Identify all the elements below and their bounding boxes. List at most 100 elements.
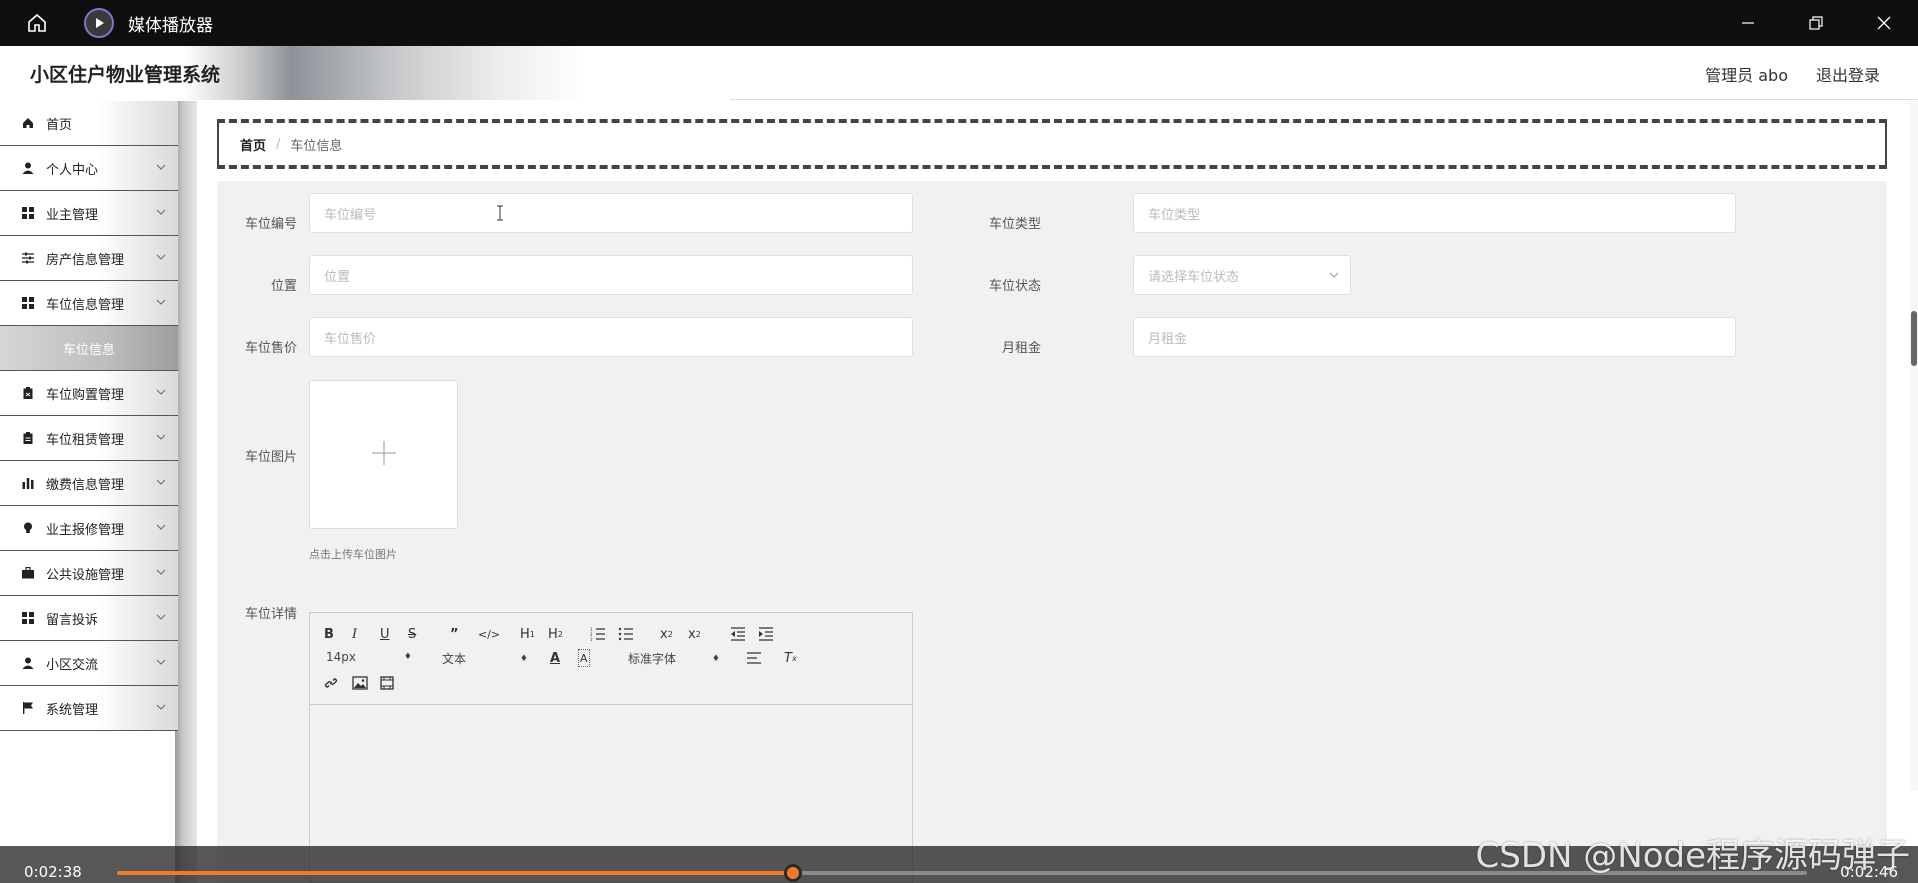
indent-icon[interactable] xyxy=(758,625,774,643)
sidebar-menu: 首页 个人中心 业主管理 房产信息管理 车位信息管理 车位信息 车位购置管理 车… xyxy=(0,101,178,731)
watermark-text: CSDN @Node程序源码弹子 xyxy=(1475,836,1910,876)
rent-input[interactable]: 月租金 xyxy=(1133,317,1736,357)
code-input[interactable]: 车位编号 xyxy=(309,193,913,233)
scrollbar-thumb[interactable] xyxy=(1911,311,1917,366)
ordered-list-icon[interactable]: 123 xyxy=(590,625,606,643)
chevron-down-icon xyxy=(1328,269,1340,285)
sidebar-subitem-parking-info[interactable]: 车位信息 xyxy=(0,326,178,371)
sidebar-item-label: 业主报修管理 xyxy=(46,522,125,538)
sidebar-item-label: 系统管理 xyxy=(46,702,99,718)
current-time: 0:02:38 xyxy=(24,863,82,881)
sidebar-item-payment-management[interactable]: 缴费信息管理 xyxy=(0,461,178,506)
chevron-down-icon xyxy=(156,431,166,446)
home-icon[interactable] xyxy=(14,0,60,46)
chevron-down-icon xyxy=(156,656,166,671)
breadcrumb-separator: / xyxy=(276,136,281,152)
outdent-icon[interactable] xyxy=(730,625,746,643)
sidebar-item-repair-management[interactable]: 业主报修管理 xyxy=(0,506,178,551)
align-icon[interactable] xyxy=(746,649,762,667)
sidebar-item-parking-info-management[interactable]: 车位信息管理 xyxy=(0,281,178,326)
sidebar-item-label: 车位租赁管理 xyxy=(46,432,125,448)
current-user: 管理员 abo xyxy=(1705,66,1788,85)
status-select[interactable]: 请选择车位状态 xyxy=(1133,255,1351,295)
sidebar-item-label: 车位购置管理 xyxy=(46,387,125,403)
subscript-icon[interactable]: x2 xyxy=(660,625,673,643)
sidebar-item-property-management[interactable]: 房产信息管理 xyxy=(0,236,178,281)
seek-handle[interactable] xyxy=(784,864,802,882)
player-title: 媒体播放器 xyxy=(128,15,213,36)
image-upload[interactable] xyxy=(309,380,458,529)
editor-toolbar: B I U S ” </> H1 H2 123 x2 x2 14px ♦ 文本 ♦ xyxy=(310,613,912,705)
sidebar-item-system-management[interactable]: 系统管理 xyxy=(0,686,178,731)
image-icon[interactable] xyxy=(352,674,368,692)
quote-icon[interactable]: ” xyxy=(450,625,459,643)
superscript-icon[interactable]: x2 xyxy=(688,625,701,643)
sidebar-item-community-exchange[interactable]: 小区交流 xyxy=(0,641,178,686)
clipboard-icon xyxy=(20,387,36,399)
bar-chart-icon xyxy=(20,477,36,489)
breadcrumb: 首页 / 车位信息 xyxy=(217,119,1887,169)
link-icon[interactable] xyxy=(324,674,338,692)
sidebar-item-label: 业主管理 xyxy=(46,207,99,223)
heading2-icon[interactable]: H2 xyxy=(548,625,563,643)
logout-button[interactable]: 退出登录 xyxy=(1816,62,1880,86)
media-player-logo-icon xyxy=(84,8,114,38)
main-content: 首页 / 车位信息 车位编号 车位编号 车位类型 车位类型 位置 位置 车位状态… xyxy=(197,101,1918,883)
chevron-down-icon xyxy=(156,386,166,401)
sidebar-item-personal-center[interactable]: 个人中心 xyxy=(0,146,178,191)
sidebar-item-label: 车位信息管理 xyxy=(46,297,125,313)
italic-icon[interactable]: I xyxy=(352,625,357,643)
code-block-icon[interactable]: </> xyxy=(478,625,500,643)
minimize-icon[interactable] xyxy=(1714,0,1782,46)
sidebar-item-parking-rental[interactable]: 车位租赁管理 xyxy=(0,416,178,461)
strike-icon[interactable]: S xyxy=(408,625,416,643)
sidebar-item-owner-management[interactable]: 业主管理 xyxy=(0,191,178,236)
grid-icon xyxy=(20,612,36,624)
clear-format-icon[interactable]: Tx xyxy=(784,649,797,667)
seek-bar-progress xyxy=(117,871,793,875)
background-color-icon[interactable]: A xyxy=(578,649,590,667)
briefcase-icon xyxy=(20,567,36,579)
grid-icon xyxy=(20,207,36,219)
plus-icon xyxy=(371,440,397,470)
image-label: 车位图片 xyxy=(244,450,297,465)
user-icon xyxy=(20,162,36,174)
parking-form: 车位编号 车位编号 车位类型 车位类型 位置 位置 车位状态 请选择车位状态 车… xyxy=(217,181,1887,883)
chevron-down-icon xyxy=(156,566,166,581)
text-style-select[interactable]: 文本 ♦ xyxy=(442,650,528,667)
font-color-icon[interactable]: A xyxy=(550,649,560,667)
bullet-list-icon[interactable] xyxy=(618,625,634,643)
sidebar-item-label: 车位信息 xyxy=(62,342,115,358)
chevron-down-icon xyxy=(156,611,166,626)
font-family-select[interactable]: 标准字体 ♦ xyxy=(628,650,720,667)
sidebar-item-complaints[interactable]: 留言投诉 xyxy=(0,596,178,641)
bold-icon[interactable]: B xyxy=(324,625,334,643)
home-icon xyxy=(20,117,36,129)
breadcrumb-home[interactable]: 首页 xyxy=(240,135,266,154)
sidebar-item-label: 公共设施管理 xyxy=(46,567,125,583)
location-label: 位置 xyxy=(270,279,297,294)
sidebar-item-label: 房产信息管理 xyxy=(46,252,125,268)
restore-icon[interactable] xyxy=(1782,0,1850,46)
sidebar-item-public-facilities[interactable]: 公共设施管理 xyxy=(0,551,178,596)
sidebar-item-parking-purchase[interactable]: 车位购置管理 xyxy=(0,371,178,416)
video-icon[interactable] xyxy=(380,674,394,692)
location-input[interactable]: 位置 xyxy=(309,255,913,295)
close-icon[interactable] xyxy=(1850,0,1918,46)
grid-icon xyxy=(20,297,36,309)
clipboard-icon xyxy=(20,432,36,444)
price-input[interactable]: 车位售价 xyxy=(309,317,913,357)
chevron-down-icon xyxy=(156,206,166,221)
type-label: 车位类型 xyxy=(988,217,1041,232)
price-label: 车位售价 xyxy=(244,341,297,356)
sidebar-item-home[interactable]: 首页 xyxy=(0,101,178,146)
upload-tip: 点击上传车位图片 xyxy=(309,548,397,561)
heading1-icon[interactable]: H1 xyxy=(520,625,535,643)
page-scrollbar[interactable] xyxy=(1910,101,1918,791)
font-size-select[interactable]: 14px ♦ xyxy=(326,650,412,664)
chevron-down-icon xyxy=(156,296,166,311)
underline-icon[interactable]: U xyxy=(380,625,390,643)
type-input[interactable]: 车位类型 xyxy=(1133,193,1736,233)
detail-label: 车位详情 xyxy=(244,607,297,622)
chevron-down-icon xyxy=(156,251,166,266)
